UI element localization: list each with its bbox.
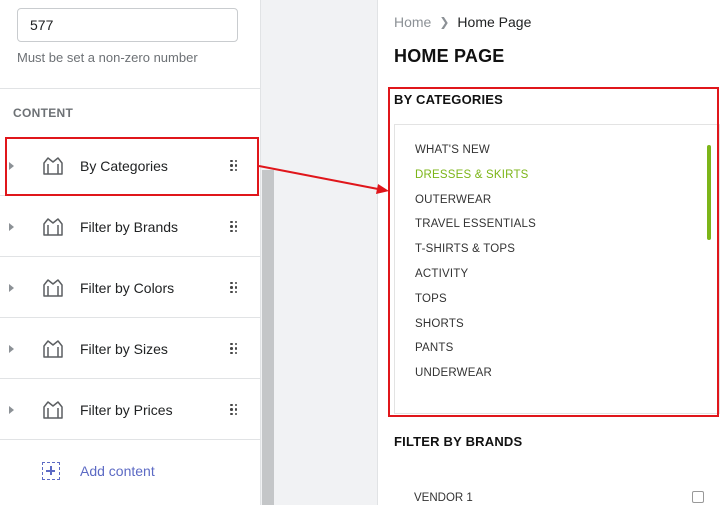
content-item-label: Filter by Sizes — [80, 340, 168, 357]
store-icon — [43, 400, 63, 419]
content-item-label: Filter by Brands — [80, 218, 179, 235]
categories-list-box: WHAT'S NEW DRESSES & SKIRTS OUTERWEAR TR… — [394, 124, 720, 414]
breadcrumb: Home ❯ Home Page — [394, 14, 531, 30]
category-item-active[interactable]: DRESSES & SKIRTS — [415, 167, 536, 192]
drag-handle-icon[interactable] — [230, 403, 238, 416]
drag-handle-icon[interactable] — [230, 159, 238, 172]
chevron-right-icon: ❯ — [439, 15, 450, 29]
category-item[interactable]: ACTIVITY — [415, 266, 536, 291]
store-icon — [43, 217, 63, 236]
category-item[interactable]: OUTERWEAR — [415, 192, 536, 217]
expand-caret-icon[interactable] — [9, 344, 14, 353]
content-item-filter-by-prices[interactable]: Filter by Prices — [0, 380, 260, 440]
category-item[interactable]: PANTS — [415, 340, 536, 365]
sidebar-scrollbar-thumb[interactable] — [262, 170, 274, 505]
editor-sidebar: 577 Must be set a non-zero number CONTEN… — [0, 0, 261, 505]
by-categories-title: BY CATEGORIES — [394, 92, 504, 107]
add-content-label: Add content — [80, 463, 155, 479]
category-item[interactable]: T-SHIRTS & TOPS — [415, 241, 536, 266]
section-divider — [0, 88, 260, 89]
content-item-label: Filter by Colors — [80, 279, 175, 296]
expand-caret-icon[interactable] — [9, 161, 14, 170]
vendor-label: VENDOR 1 — [414, 492, 473, 504]
category-item[interactable]: WHAT'S NEW — [415, 142, 536, 167]
store-icon — [43, 278, 63, 297]
expand-caret-icon[interactable] — [9, 222, 14, 231]
number-input[interactable]: 577 — [17, 8, 238, 42]
drag-handle-icon[interactable] — [230, 220, 238, 233]
add-block-icon — [42, 462, 60, 480]
category-item[interactable]: TRAVEL ESSENTIALS — [415, 216, 536, 241]
breadcrumb-home-link[interactable]: Home — [394, 14, 431, 30]
add-content-button[interactable]: Add content — [0, 441, 260, 501]
content-item-label: Filter by Prices — [80, 401, 173, 418]
category-item[interactable]: TOPS — [415, 291, 536, 316]
categories-list: WHAT'S NEW DRESSES & SKIRTS OUTERWEAR TR… — [415, 142, 536, 390]
store-icon — [43, 156, 63, 175]
expand-caret-icon[interactable] — [9, 283, 14, 292]
drag-handle-icon[interactable] — [230, 281, 238, 294]
drag-handle-icon[interactable] — [230, 342, 238, 355]
content-item-filter-by-brands[interactable]: Filter by Brands — [0, 197, 260, 257]
content-item-filter-by-sizes[interactable]: Filter by Sizes — [0, 319, 260, 379]
category-item[interactable]: SHORTS — [415, 316, 536, 341]
vendor-checkbox[interactable] — [692, 491, 704, 503]
store-icon — [43, 339, 63, 358]
content-section-title: CONTENT — [13, 106, 74, 120]
categories-scrollbar[interactable] — [707, 145, 711, 240]
content-item-filter-by-colors[interactable]: Filter by Colors — [0, 258, 260, 318]
storefront-preview: Home ❯ Home Page HOME PAGE BY CATEGORIES… — [377, 0, 724, 505]
category-item[interactable]: UNDERWEAR — [415, 365, 536, 390]
breadcrumb-current: Home Page — [457, 14, 532, 30]
page-title: HOME PAGE — [394, 46, 505, 66]
content-item-by-categories[interactable]: By Categories — [0, 136, 260, 196]
expand-caret-icon[interactable] — [9, 405, 14, 414]
filter-by-brands-title: FILTER BY BRANDS — [394, 434, 523, 449]
number-helper-text: Must be set a non-zero number — [17, 50, 198, 65]
content-item-label: By Categories — [80, 157, 168, 174]
